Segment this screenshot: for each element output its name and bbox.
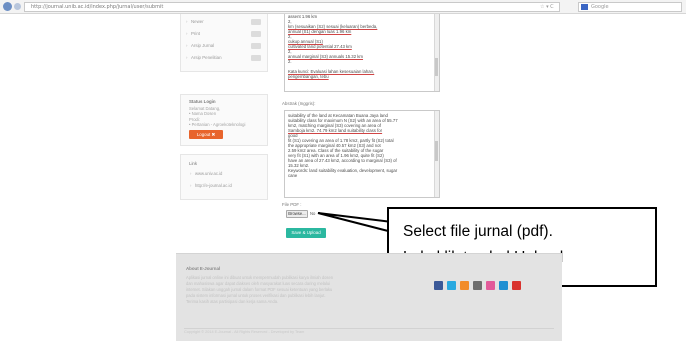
footer-text-line: pada sistem informasi jurnal untuk prose…	[186, 293, 326, 298]
youtube-icon[interactable]	[512, 281, 521, 290]
callout-line-1: Select file jurnal (pdf).	[403, 223, 553, 240]
sidebar-item-badge	[251, 19, 261, 25]
footer-title: About E-Journal	[186, 266, 221, 271]
footer-text-line: Aplikasi jurnal online ini dibuat untuk …	[186, 275, 333, 280]
browser-search-placeholder: Google	[591, 4, 609, 10]
login-status-title: Status Login	[189, 99, 216, 104]
logout-button[interactable]: Logout ✖	[189, 130, 223, 139]
sidebar-item-badge	[251, 43, 261, 49]
footer-text-line: Terima kasih atas partisipasi dan kerja …	[186, 299, 279, 304]
copyright-text: Copyright © 2014 E-Journal - All Rights …	[184, 328, 554, 334]
search-engine-icon[interactable]	[581, 4, 588, 10]
link-item[interactable]: www.univ.ac.id	[190, 171, 222, 176]
scrollbar-thumb[interactable]	[435, 58, 438, 76]
sidebar-menu: Newer Print Arsip Jurnal Arsip Penelitia…	[180, 14, 268, 72]
browse-file-button[interactable]: Browse...	[286, 210, 308, 218]
sidebar: Newer Print Arsip Jurnal Arsip Penelitia…	[180, 14, 268, 244]
textarea-line: 2.	[288, 59, 292, 64]
email-icon[interactable]	[473, 281, 482, 290]
status-line: • Nama Dosen	[189, 111, 217, 116]
selected-file-text: No	[310, 211, 316, 216]
textarea-line: pengembangan, tebu	[288, 74, 329, 79]
twitter-icon[interactable]	[447, 281, 456, 290]
textarea-line: cultivated land potential 27.43 km	[288, 44, 352, 49]
forward-button[interactable]	[14, 3, 21, 10]
page: http://journal.unib.ac.id/index.php/jurn…	[0, 0, 686, 341]
sidebar-item-arsip-penelitian[interactable]: Arsip Penelitian	[186, 55, 221, 61]
rss-icon[interactable]	[460, 281, 469, 290]
textarea-line: annual marginal (S3) annuals 15.32 km	[288, 54, 364, 59]
sidebar-item-newer[interactable]: Newer	[186, 19, 204, 25]
save-upload-button[interactable]: Save & Upload	[286, 228, 326, 238]
sidebar-item-arsip-jurnal[interactable]: Arsip Jurnal	[186, 43, 214, 49]
textarea-line: Samboja km2. 74.79 km2 land suitability …	[288, 128, 383, 133]
file-pdf-label: File PDF :	[282, 202, 302, 207]
links-title: Link	[189, 161, 198, 166]
sidebar-item-print[interactable]: Print	[186, 31, 200, 37]
browser-toolbar: http://journal.unib.ac.id/index.php/jurn…	[0, 0, 686, 14]
textarea-line: assent 1.96 km	[288, 14, 318, 19]
linkedin-icon[interactable]	[499, 281, 508, 290]
sidebar-item-badge	[251, 55, 261, 61]
back-button[interactable]	[3, 2, 12, 11]
abstract-indonesian-textarea[interactable]: assent 1.96 km 2, km (sesuaikan (S2) ses…	[284, 14, 440, 92]
login-status-panel: Status Login Selamat Datang, • Nama Dose…	[180, 94, 268, 146]
scrollbar-thumb[interactable]	[435, 141, 438, 161]
textarea-scrollbar[interactable]	[434, 14, 439, 91]
textarea-line: annual (S1) dengan luas 1.96 km	[288, 29, 352, 34]
status-line: • Pertanian - Agroekoteknologi	[189, 122, 246, 127]
textarea-line: Keywords: land suitability evaluation, d…	[288, 168, 398, 173]
abstract-english-label: Abstrak (Inggris):	[282, 101, 316, 106]
site-footer: About E-Journal Aplikasi jurnal online i…	[176, 253, 562, 341]
footer-text-line: dan mahasiswa agar dapat diakses oleh ma…	[186, 281, 331, 286]
address-bar[interactable]: http://journal.unib.ac.id/index.php/jurn…	[24, 2, 560, 12]
textarea-line: cane	[288, 173, 298, 178]
address-bar-controls[interactable]: ☆ ▾ C	[540, 4, 570, 10]
browser-search-box[interactable]: Google	[578, 2, 682, 12]
facebook-icon[interactable]	[434, 281, 443, 290]
textarea-scrollbar[interactable]	[434, 111, 439, 197]
sidebar-item-badge	[251, 31, 261, 37]
abstract-english-textarea[interactable]: suitability of the land at Kecamatan Bua…	[284, 110, 440, 198]
links-panel: Link www.univ.ac.id http://e-journal.ac.…	[180, 154, 268, 200]
footer-text-line: internet. Silakan unggah jurnal dalam fo…	[186, 287, 333, 292]
flickr-icon[interactable]	[486, 281, 495, 290]
link-item[interactable]: http://e-journal.ac.id	[190, 183, 232, 188]
